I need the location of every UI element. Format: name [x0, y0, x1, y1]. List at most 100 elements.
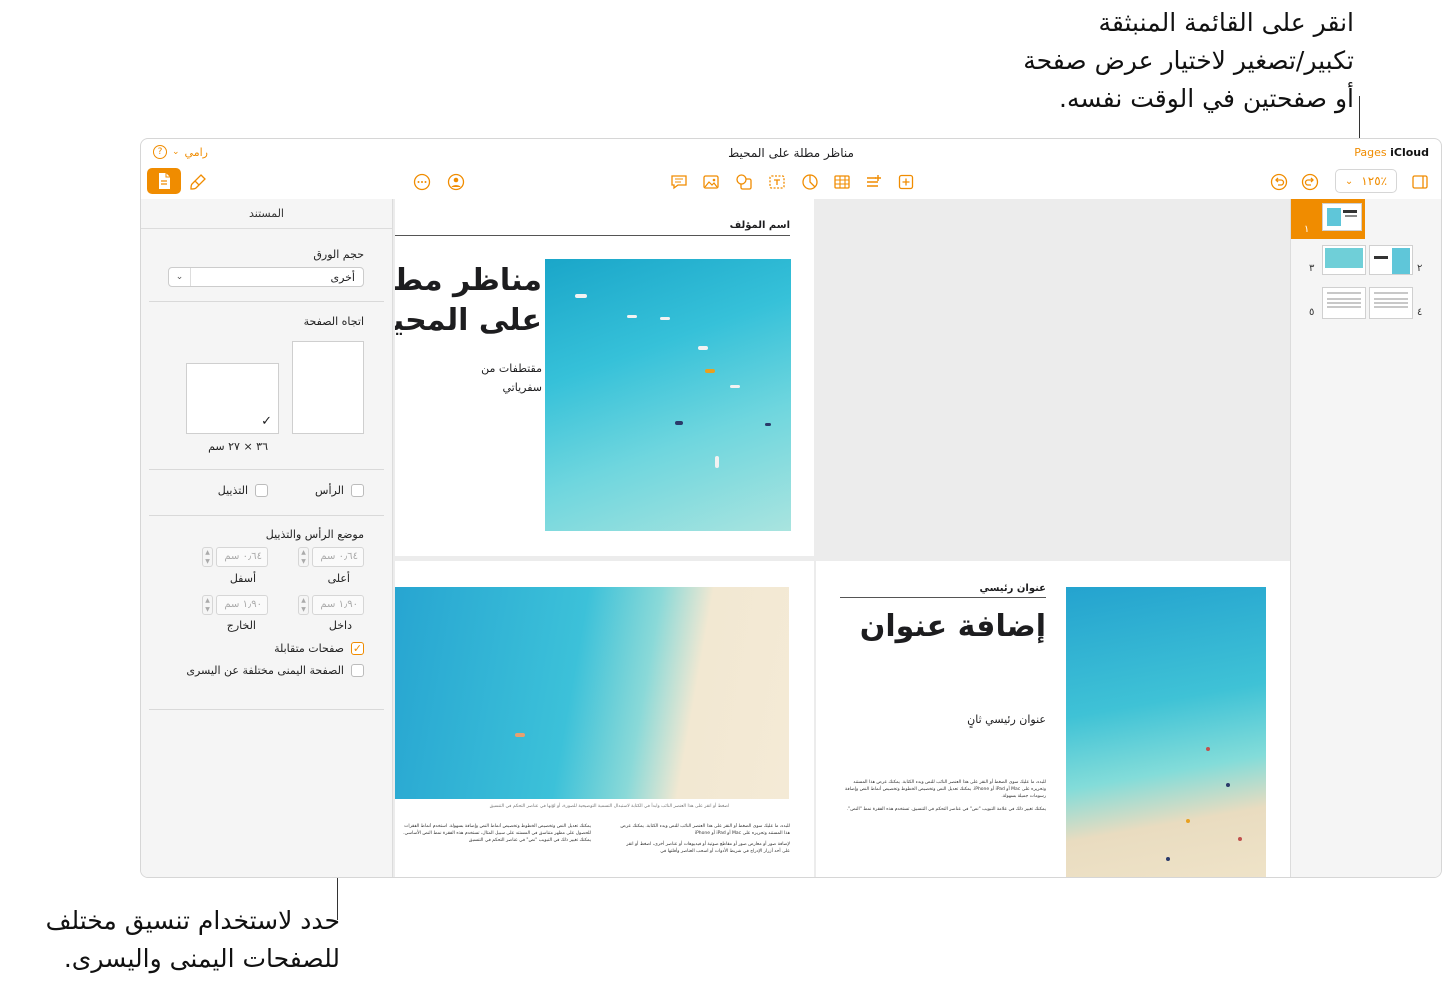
stepper-arrows-icon[interactable]: ▲ ▼	[202, 595, 213, 615]
orientation-portrait[interactable]	[292, 341, 364, 434]
inside-label: داخل	[328, 619, 352, 632]
footer-checkbox[interactable]	[255, 484, 268, 497]
cover-subtitle-line: مقتطفات من	[481, 362, 542, 375]
shore-photo[interactable]	[395, 587, 789, 799]
divider	[149, 469, 384, 470]
shape-button[interactable]	[733, 171, 755, 193]
ocean-photo[interactable]	[545, 259, 791, 531]
body-column-right[interactable]: للبدء، ما عليك سوى الضغط أو النقر على هذ…	[620, 823, 790, 877]
help-icon[interactable]: ?	[153, 145, 167, 159]
callout-line: أو صفحتين في الوقت نفسه.	[1059, 84, 1354, 113]
top-position-stepper[interactable]: ٠٫٦٤ سم ▲ ▼	[298, 547, 364, 567]
zoom-popup-menu[interactable]: ٪١٢٥ ⌄	[1335, 169, 1397, 193]
thumbnail-text	[1343, 210, 1357, 213]
redo-button[interactable]	[1299, 171, 1321, 193]
redo-icon	[1301, 173, 1319, 191]
chart-button[interactable]	[799, 171, 821, 193]
ellipsis-icon	[413, 173, 431, 191]
top-label: أعلى	[327, 572, 350, 585]
inside-position-stepper[interactable]: ١٫٩٠ سم ▲ ▼	[298, 595, 364, 615]
thumbnail-page-4[interactable]	[1322, 287, 1366, 319]
toolbar: ٪١٢٥ ⌄	[141, 167, 1441, 199]
thumbnail-text	[1327, 302, 1361, 304]
surfer-figure	[660, 317, 670, 320]
facing-pages-checkbox[interactable]: ✓	[351, 642, 364, 655]
thumbnail-page-1[interactable]	[1322, 203, 1362, 231]
thumbnail-text	[1327, 306, 1361, 308]
header-checkbox[interactable]	[351, 484, 364, 497]
page-3[interactable]: عنوان رئيسي إضافة عنوان عنوان رئيسي ثانٍ…	[816, 561, 1290, 877]
header-rule	[840, 597, 1046, 598]
document-canvas[interactable]: اسم المؤلف مناظر مطلة على المحيط مقتطفات…	[393, 199, 1290, 877]
beach-photo[interactable]	[1066, 587, 1266, 877]
page-subtitle[interactable]: عنوان رئيسي ثانٍ	[967, 713, 1046, 726]
checkmark-icon: ✓	[261, 414, 272, 429]
thumbnail-page-2[interactable]	[1322, 245, 1366, 275]
document-title: مناظر مطلة على المحيط	[728, 146, 854, 160]
top-position-field[interactable]: ٠٫٦٤ سم	[312, 547, 364, 567]
page-body[interactable]: للبدء، ما عليك سوى الضغط أو النقر على هذ…	[840, 779, 1046, 813]
swimmer-figure	[515, 733, 525, 737]
divider	[149, 515, 384, 516]
section-header[interactable]: عنوان رئيسي	[979, 583, 1046, 594]
surfer-figure	[698, 346, 708, 350]
chevron-down-icon: ⌄	[169, 268, 191, 286]
orientation-landscape[interactable]: ✓	[186, 363, 279, 434]
tab-document[interactable]: المستند	[141, 199, 392, 229]
thumbnail-number: ٢	[1417, 263, 1423, 274]
page-title[interactable]: إضافة عنوان	[860, 609, 1046, 644]
paper-size-select[interactable]: أخرى ⌄	[168, 267, 364, 287]
pages-window: Pages iCloud مناظر مطلة على المحيط رامي …	[140, 138, 1442, 878]
body-column-left[interactable]: يمكنك تعديل النص وتخصيص الخطوط وتخصيص أن…	[395, 823, 591, 877]
collaborate-button[interactable]	[445, 171, 467, 193]
thumbnail-page-3[interactable]	[1369, 245, 1413, 275]
paintbrush-icon	[190, 174, 206, 190]
format-brush-button[interactable]	[187, 171, 209, 193]
stepper-arrows-icon[interactable]: ▲ ▼	[298, 547, 309, 567]
list-button[interactable]	[863, 171, 885, 193]
table-icon	[834, 175, 850, 189]
photo-caption[interactable]: اضغط أو انقر على هذا العنصر النائب وابدأ…	[435, 803, 784, 810]
beachgoer-figure	[1226, 783, 1230, 787]
document-icon	[159, 173, 170, 189]
stepper-arrows-icon[interactable]: ▲ ▼	[298, 595, 309, 615]
sidebar-toggle-button[interactable]	[1409, 171, 1431, 193]
cover-subtitle[interactable]: مقتطفات من سفرياتي	[481, 359, 542, 397]
stepper-arrows-icon[interactable]: ▲ ▼	[202, 547, 213, 567]
thumbnail-number: ٥	[1309, 307, 1315, 318]
outside-position-stepper[interactable]: ١٫٩٠ سم ▲ ▼	[202, 595, 268, 615]
undo-button[interactable]	[1268, 171, 1290, 193]
bottom-position-stepper[interactable]: ٠٫٦٤ سم ▲ ▼	[202, 547, 268, 567]
document-button[interactable]	[147, 168, 181, 194]
beachgoer-figure	[1238, 837, 1242, 841]
page-thumbnails-sidebar: ١ ٣ ٢ ٥ ٤	[1290, 199, 1441, 877]
comment-button[interactable]	[668, 171, 690, 193]
bottom-position-field[interactable]: ٠٫٦٤ سم	[216, 547, 268, 567]
surfer-figure	[705, 369, 715, 373]
page-2[interactable]: اضغط أو انقر على هذا العنصر النائب وابدأ…	[395, 561, 814, 877]
footer-label: التذييل	[217, 484, 248, 497]
surfer-figure	[715, 456, 719, 468]
inside-position-field[interactable]: ١٫٩٠ سم	[312, 595, 364, 615]
author-name[interactable]: اسم المؤلف	[730, 220, 790, 231]
zoom-value: ٪١٢٥	[1361, 174, 1388, 188]
surfer-figure	[765, 423, 771, 426]
thumbnail-text	[1374, 306, 1408, 308]
user-menu[interactable]: رامي ⌄ ?	[153, 145, 208, 159]
text-box-button[interactable]	[766, 171, 788, 193]
thumbnail-text	[1374, 298, 1408, 300]
thumbnail-page-5[interactable]	[1369, 287, 1413, 319]
comment-icon	[671, 175, 687, 190]
cover-title[interactable]: مناظر مطلة على المحيط	[395, 261, 542, 341]
header-label: الرأس	[315, 484, 344, 497]
table-button[interactable]	[831, 171, 853, 193]
media-button[interactable]	[700, 171, 722, 193]
more-button[interactable]	[411, 171, 433, 193]
insert-button[interactable]	[895, 171, 917, 193]
collaborate-icon	[447, 173, 465, 191]
cover-subtitle-line: سفرياتي	[502, 381, 543, 394]
page-1[interactable]: اسم المؤلف مناظر مطلة على المحيط مقتطفات…	[395, 199, 814, 556]
outside-position-field[interactable]: ١٫٩٠ سم	[216, 595, 268, 615]
pie-chart-icon	[802, 174, 818, 190]
different-left-right-checkbox[interactable]	[351, 664, 364, 677]
